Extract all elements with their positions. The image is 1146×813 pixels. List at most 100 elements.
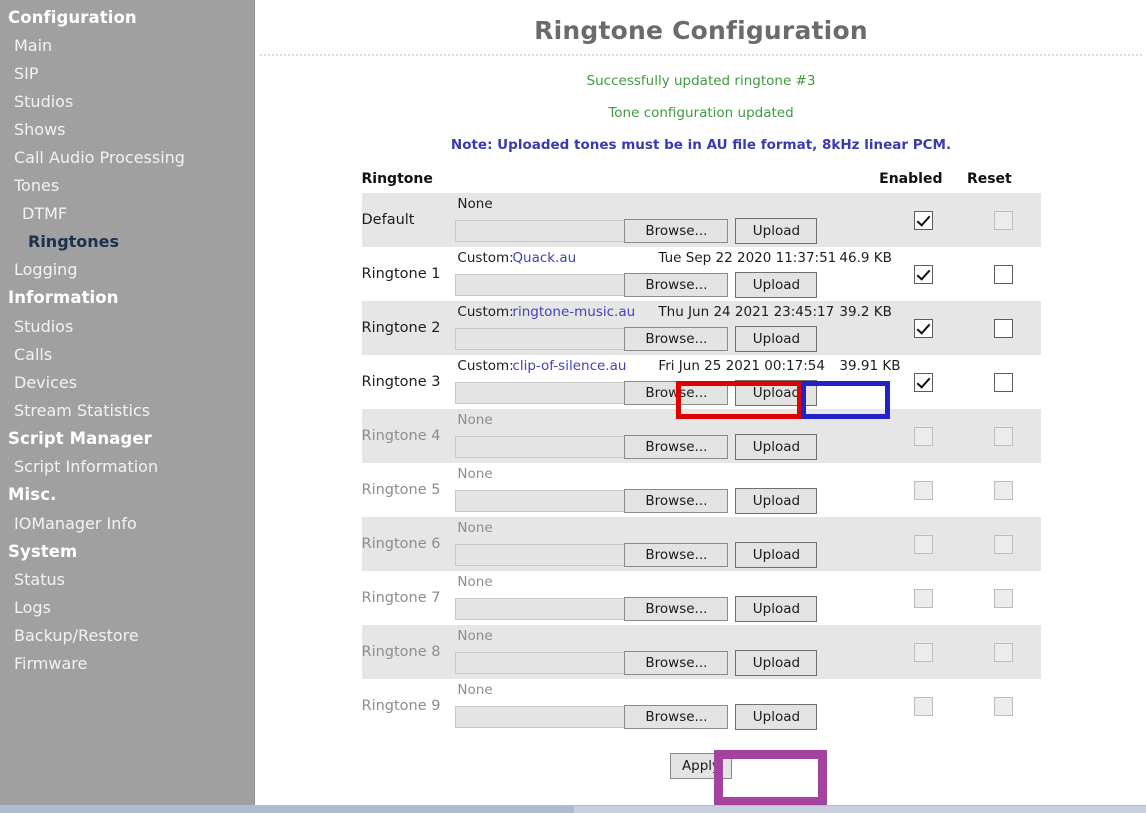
- upload-button[interactable]: Upload: [735, 326, 818, 352]
- file-timestamp: Tue Sep 22 2020 11:37:51: [658, 250, 837, 266]
- browse-button[interactable]: Browse...: [624, 651, 729, 675]
- table-row: Ringtone 5 None Browse... Upload: [362, 463, 1041, 517]
- file-cell: None Browse... Upload: [455, 679, 879, 733]
- reset-checkbox[interactable]: [994, 319, 1014, 338]
- browse-button[interactable]: Browse...: [624, 219, 729, 243]
- table-row: Ringtone 4 None Browse... Upload: [361, 409, 1041, 463]
- file-path-input[interactable]: [455, 220, 626, 242]
- file-meta: None: [455, 626, 879, 646]
- file-meta: None: [455, 680, 879, 700]
- enabled-checkbox: [913, 589, 933, 608]
- enabled-cell: [879, 571, 967, 625]
- sidebar-item-status[interactable]: Status: [0, 566, 254, 594]
- apply-row: Apply: [256, 753, 1146, 779]
- sidebar-item-devices[interactable]: Devices: [0, 369, 254, 397]
- file-size: 46.9 KB: [839, 250, 892, 266]
- sidebar-item-logs[interactable]: Logs: [0, 594, 254, 622]
- apply-button[interactable]: Apply: [670, 753, 732, 779]
- upload-button[interactable]: Upload: [735, 542, 818, 568]
- file-controls: Browse... Upload: [455, 594, 879, 624]
- enabled-checkbox[interactable]: [913, 373, 933, 392]
- upload-button[interactable]: Upload: [735, 434, 818, 460]
- enabled-checkbox: [913, 643, 933, 662]
- column-header-reset: Reset: [966, 171, 1012, 187]
- file-name-link[interactable]: clip-of-silence.au: [512, 356, 626, 376]
- file-cell: None Browse... Upload: [455, 517, 880, 571]
- upload-button[interactable]: Upload: [735, 704, 818, 730]
- enabled-checkbox[interactable]: [913, 211, 933, 230]
- sidebar-item-iomanager-info[interactable]: IOManager Info: [0, 510, 254, 538]
- file-path-input[interactable]: [455, 544, 626, 566]
- ringtone-table-body: Default None Browse... Upload Ringtone 1 Cust…: [361, 193, 1041, 733]
- format-note: Note: Uploaded tones must be in AU file …: [450, 137, 952, 153]
- sidebar-item-tones[interactable]: Tones: [0, 172, 254, 200]
- sidebar-item-configuration: Configuration: [8, 8, 137, 27]
- browse-button[interactable]: Browse...: [624, 381, 729, 405]
- file-path-input[interactable]: [455, 328, 626, 350]
- sidebar-item-call-audio-processing[interactable]: Call Audio Processing: [0, 144, 254, 172]
- upload-button[interactable]: Upload: [735, 218, 818, 244]
- file-name-link[interactable]: Quack.au: [512, 248, 576, 268]
- browse-button[interactable]: Browse...: [624, 489, 729, 513]
- reset-checkbox: [994, 643, 1014, 662]
- sidebar-item-main[interactable]: Main: [0, 32, 254, 60]
- main-content: Ringtone Configuration Successfully upda…: [256, 0, 1146, 806]
- file-path-input[interactable]: [455, 274, 626, 296]
- sidebar-item-backup-restore[interactable]: Backup/Restore: [0, 622, 254, 650]
- file-path-input[interactable]: [455, 490, 626, 512]
- browse-button[interactable]: Browse...: [624, 273, 729, 297]
- ringtone-name: Ringtone 9: [361, 698, 441, 714]
- file-path-input[interactable]: [455, 436, 626, 458]
- browse-button[interactable]: Browse...: [624, 597, 729, 621]
- file-name-link[interactable]: ringtone-music.au: [512, 302, 635, 322]
- upload-button[interactable]: Upload: [735, 650, 818, 676]
- sidebar-item-script-information[interactable]: Script Information: [0, 453, 254, 481]
- file-path-input[interactable]: [455, 706, 626, 728]
- ringtone-name: Ringtone 5: [361, 482, 441, 498]
- browse-button[interactable]: Browse...: [624, 327, 729, 351]
- file-path-input[interactable]: [455, 598, 626, 620]
- browse-button[interactable]: Browse...: [624, 435, 729, 459]
- ringtone-name: Ringtone 4: [361, 409, 456, 463]
- ringtone-name: Ringtone 6: [361, 517, 456, 571]
- sidebar-item-studios[interactable]: Studios: [0, 313, 254, 341]
- sidebar-item-studios[interactable]: Studios: [0, 88, 254, 116]
- file-controls: Browse... Upload: [455, 648, 879, 678]
- upload-button[interactable]: Upload: [735, 596, 818, 622]
- reset-cell: [966, 193, 1041, 247]
- sidebar-item-logging[interactable]: Logging: [0, 256, 254, 284]
- file-controls: Browse... Upload: [455, 702, 879, 732]
- enabled-cell: [879, 193, 967, 247]
- upload-button[interactable]: Upload: [735, 488, 818, 514]
- sidebar-item-firmware[interactable]: Firmware: [0, 650, 254, 678]
- sidebar-item-stream-statistics[interactable]: Stream Statistics: [0, 397, 254, 425]
- sidebar-item-calls[interactable]: Calls: [0, 341, 254, 369]
- file-controls: Browse... Upload: [455, 270, 879, 300]
- file-label: None: [457, 466, 493, 482]
- browse-button[interactable]: Browse...: [624, 543, 729, 567]
- table-row: Default None Browse... Upload: [361, 193, 1041, 247]
- horizontal-scrollbar-thumb[interactable]: [0, 806, 574, 813]
- browse-button[interactable]: Browse...: [624, 705, 729, 729]
- upload-button[interactable]: Upload: [735, 272, 818, 298]
- file-controls: Browse... Upload: [455, 432, 879, 462]
- sidebar-item-sip[interactable]: SIP: [0, 60, 254, 88]
- upload-button[interactable]: Upload: [735, 380, 818, 406]
- reset-cell: [967, 463, 1041, 517]
- sidebar-item-dtmf[interactable]: DTMF: [0, 200, 254, 228]
- sidebar-item-system: System: [8, 541, 78, 561]
- sidebar-item-shows[interactable]: Shows: [0, 116, 254, 144]
- enabled-checkbox[interactable]: [913, 265, 933, 284]
- enabled-checkbox[interactable]: [913, 319, 933, 338]
- enabled-checkbox: [913, 535, 933, 554]
- sidebar-item-ringtones[interactable]: Ringtones: [0, 228, 254, 256]
- reset-cell: [966, 625, 1041, 679]
- file-path-input[interactable]: [455, 382, 626, 404]
- reset-checkbox[interactable]: [994, 373, 1014, 392]
- file-path-input[interactable]: [455, 652, 626, 674]
- file-label: None: [457, 628, 493, 644]
- file-meta: None: [455, 464, 879, 484]
- file-cell: None Browse... Upload: [455, 193, 880, 247]
- horizontal-scrollbar[interactable]: [0, 805, 1146, 813]
- reset-checkbox[interactable]: [994, 265, 1014, 284]
